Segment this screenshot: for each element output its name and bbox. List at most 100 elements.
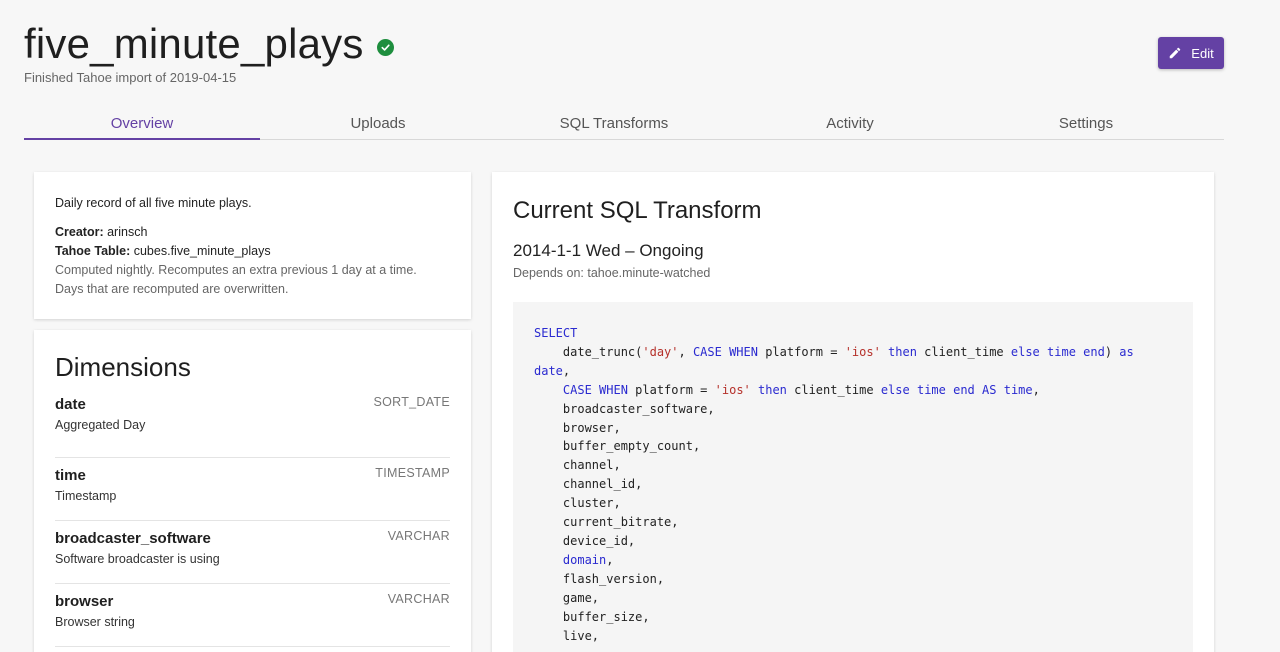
dimensions-card: Dimensions date Aggregated Day SORT_DATE…: [34, 330, 471, 652]
sql-keyword: time: [916, 382, 946, 397]
check-glyph: [381, 43, 390, 51]
code-line: channel,: [534, 456, 1172, 475]
import-status: Finished Tahoe import of 2019-04-15: [24, 70, 237, 85]
code-line: date,: [534, 362, 1172, 381]
dimension-row: browser Browser string VARCHAR: [55, 584, 450, 647]
sql-token: channel,: [534, 458, 621, 473]
code-line: buffer_size,: [534, 608, 1172, 627]
sql-token: ): [1104, 344, 1120, 359]
code-line: date_trunc('day', CASE WHEN platform = '…: [534, 343, 1172, 362]
sql-token: browser,: [534, 420, 621, 435]
tahoe-table-line: Tahoe Table: cubes.five_minute_plays: [55, 242, 450, 261]
sql-token: date_trunc(: [534, 344, 643, 359]
sql-token: buffer_size,: [534, 609, 650, 624]
page-header: five_minute_plays Finished Tahoe import …: [24, 20, 1224, 90]
sql-keyword: time: [1047, 344, 1076, 359]
code-line: domain,: [534, 551, 1172, 570]
dimension-type: TIMESTAMP: [375, 466, 450, 480]
dimension-row: time Timestamp TIMESTAMP: [55, 458, 450, 521]
tahoe-table-label: Tahoe Table:: [55, 244, 131, 258]
dimension-description: Software broadcaster is using: [55, 552, 220, 566]
creator-line: Creator: arinsch: [55, 223, 450, 242]
sql-token: ,: [562, 363, 571, 378]
creator-label: Creator:: [55, 225, 104, 239]
sql-keyword: as: [1119, 344, 1134, 359]
overwrite-note: Days that are recomputed are overwritten…: [55, 282, 289, 296]
dimension-row: broadcaster_software Software broadcaste…: [55, 521, 450, 584]
sql-token: client_time: [786, 382, 881, 397]
code-line: game,: [534, 589, 1172, 608]
info-card: Daily record of all five minute plays. C…: [34, 172, 471, 319]
tab-overview[interactable]: Overview: [24, 107, 260, 140]
transform-date-range: 2014-1-1 Wed – Ongoing: [513, 241, 704, 260]
sql-keyword: SELECT: [534, 326, 578, 340]
dimension-type: VARCHAR: [387, 529, 450, 543]
code-line: buffer_empty_count,: [534, 437, 1172, 456]
sql-token: cluster,: [534, 496, 621, 511]
sql-keyword: AS: [982, 382, 997, 397]
code-line: cluster,: [534, 494, 1172, 513]
sql-keyword: then: [888, 344, 917, 359]
sql-token: ,: [678, 344, 693, 359]
code-line: channel_id,: [534, 475, 1172, 494]
dimension-type: SORT_DATE: [373, 395, 450, 409]
code-line: current_bitrate,: [534, 513, 1172, 532]
sql-token: client_time: [916, 344, 1011, 359]
pencil-icon: [1170, 47, 1181, 59]
code-line: live,: [534, 627, 1172, 646]
sql-token: device_id,: [534, 533, 636, 548]
sql-keyword: else: [880, 382, 910, 397]
check-circle-icon: [376, 38, 394, 56]
dimension-description: Timestamp: [55, 489, 117, 503]
sql-keyword: else: [1010, 344, 1040, 359]
sql-string: 'ios': [844, 344, 881, 359]
tab-activity[interactable]: Activity: [732, 107, 968, 139]
sql-token: broadcaster_software,: [534, 401, 715, 416]
creator-value: arinsch: [107, 225, 148, 239]
title-row: five_minute_plays: [24, 20, 1224, 68]
tab-uploads[interactable]: Uploads: [260, 107, 496, 139]
dimension-type: VARCHAR: [387, 592, 450, 606]
sql-token: game,: [534, 590, 600, 605]
code-line: CASE WHEN platform = 'ios' then client_t…: [534, 381, 1172, 400]
sql-keyword: CASE WHEN: [692, 344, 758, 359]
sql-keyword: date: [534, 363, 563, 378]
sql-transform-heading: Current SQL Transform: [513, 197, 762, 224]
code-line: browser,: [534, 419, 1172, 438]
cube-description: Daily record of all five minute plays.: [55, 196, 252, 210]
dimension-description: Browser string: [55, 615, 135, 629]
edit-button-label: Edit: [1191, 45, 1214, 61]
sql-keyword: time: [1003, 382, 1033, 397]
sql-token: buffer_empty_count,: [534, 439, 701, 454]
tab-settings[interactable]: Settings: [968, 107, 1204, 139]
sql-token: live,: [534, 628, 600, 643]
sql-keyword: CASE WHEN: [562, 382, 628, 397]
sql-token: channel_id,: [534, 477, 643, 492]
code-line: SELECT: [534, 324, 1172, 343]
tab-bar: Overview Uploads SQL Transforms Activity…: [24, 107, 1224, 140]
sql-keyword: then: [758, 382, 787, 397]
tab-sql-transforms[interactable]: SQL Transforms: [496, 107, 732, 139]
code-line: flash_version,: [534, 570, 1172, 589]
tahoe-table-value: cubes.five_minute_plays: [133, 244, 271, 258]
sql-keyword: end: [953, 382, 975, 397]
code-line: device_id,: [534, 532, 1172, 551]
sql-string: 'ios': [714, 382, 751, 397]
sql-keyword: end: [1083, 344, 1105, 359]
sql-token: current_bitrate,: [534, 515, 679, 530]
sql-token: ,: [606, 552, 614, 567]
transform-dependency: Depends on: tahoe.minute-watched: [513, 266, 711, 280]
edit-button[interactable]: Edit: [1158, 37, 1224, 69]
sql-token: ,: [1032, 382, 1040, 397]
sql-code-block[interactable]: SELECT date_trunc('day', CASE WHEN platf…: [513, 302, 1193, 652]
sql-token: platform =: [757, 344, 845, 359]
sql-token: flash_version,: [534, 571, 665, 586]
